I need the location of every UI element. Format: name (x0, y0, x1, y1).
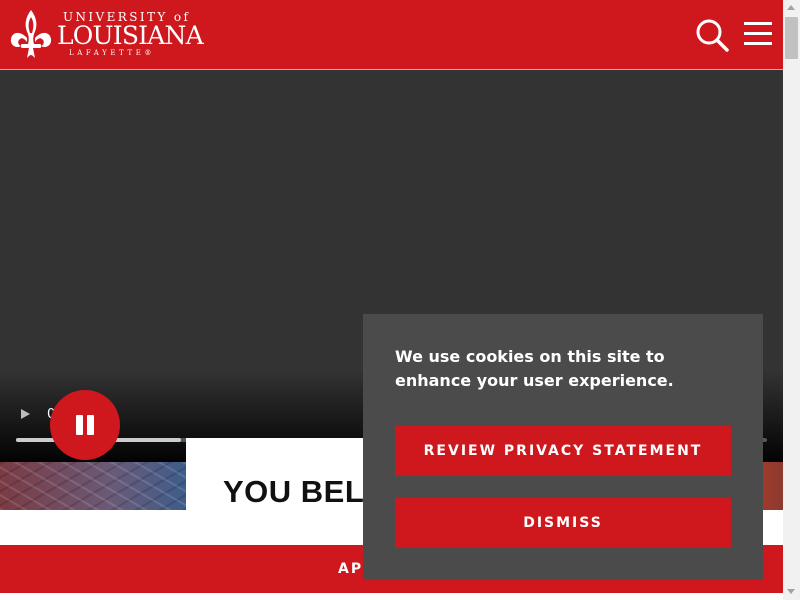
site-header: UNIVERSITY of LOUISIANA LAFAYETTE® (0, 0, 783, 70)
page-scrollbar[interactable] (783, 0, 800, 600)
dismiss-button[interactable]: DISMISS (395, 498, 731, 548)
pause-button[interactable] (50, 390, 120, 460)
menu-button[interactable] (742, 19, 774, 49)
apply-label: AP (338, 561, 364, 577)
cookie-banner: We use cookies on this site to enhance y… (363, 314, 763, 580)
review-privacy-statement-button[interactable]: REVIEW PRIVACY STATEMENT (395, 426, 731, 476)
search-button[interactable] (694, 17, 730, 53)
hero-title: YOU BEL (223, 474, 365, 509)
scroll-thumb[interactable] (785, 17, 798, 59)
fleur-de-lis-icon (10, 10, 52, 58)
logo-lafayette-text: LAFAYETTE® (69, 49, 156, 57)
page: UNIVERSITY of LOUISIANA LAFAYETTE® 0 (0, 0, 783, 600)
scroll-down-arrow-icon[interactable] (787, 589, 795, 594)
scroll-up-arrow-icon[interactable] (787, 5, 795, 10)
university-logo[interactable]: UNIVERSITY of LOUISIANA LAFAYETTE® (8, 8, 208, 62)
play-icon[interactable] (18, 407, 32, 421)
hero-image-right (760, 462, 783, 510)
menu-icon (744, 22, 772, 45)
search-icon (696, 19, 729, 52)
logo-louisiana-text: LOUISIANA (57, 21, 204, 50)
hero-image-left (0, 462, 186, 510)
cookie-message: We use cookies on this site to enhance y… (395, 347, 674, 390)
